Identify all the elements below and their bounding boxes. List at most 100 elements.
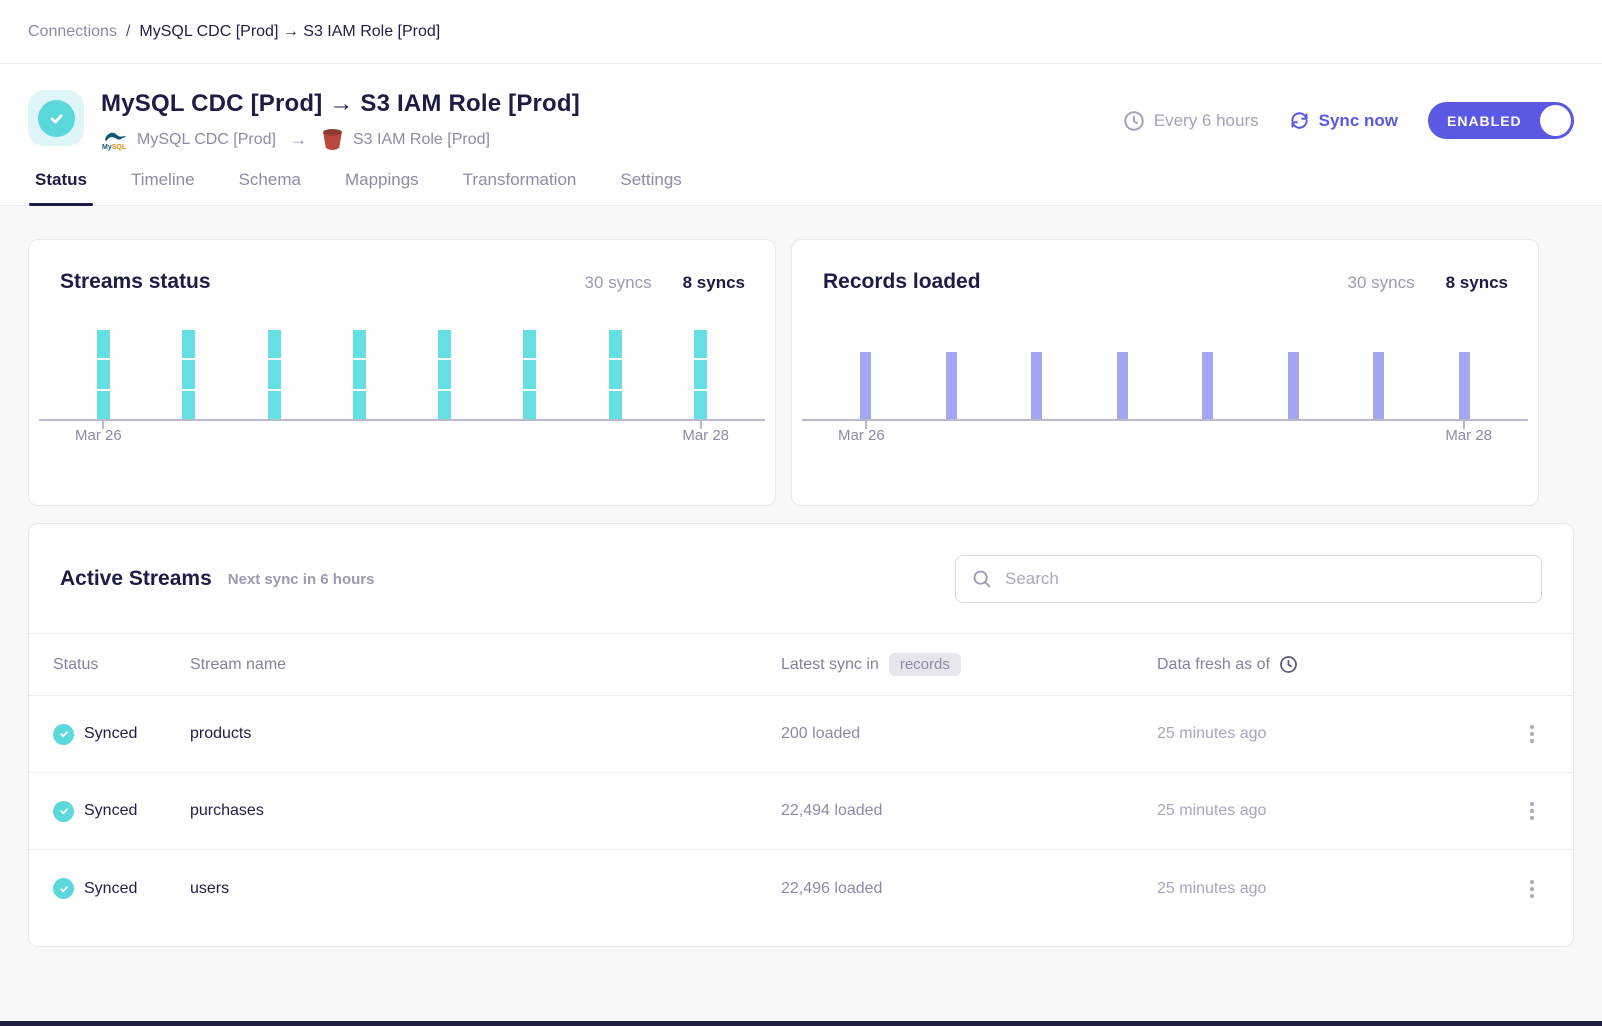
sync-bar [609,330,622,419]
synced-check-icon [53,724,74,745]
breadcrumb-connections-link[interactable]: Connections [28,23,117,41]
sync-now-label: Sync now [1319,111,1398,131]
titles: MySQL CDC [Prod] → S3 IAM Role [Prod] My… [101,90,580,152]
sync-bar [523,330,536,419]
row-menu-button[interactable] [1515,796,1549,826]
stream-status-label: Synced [84,880,137,898]
source-name[interactable]: MySQL CDC [Prod] [137,131,276,149]
svg-text:MySQL: MySQL [102,144,127,151]
records-range-8-syncs[interactable]: 8 syncs [1446,273,1508,293]
sync-bar [946,352,957,419]
sync-bar [1031,352,1042,419]
s3-bucket-icon [321,127,344,152]
sync-bar [1373,352,1384,419]
axis-label-end: Mar 28 [682,427,729,444]
breadcrumb: Connections / MySQL CDC [Prod] → S3 IAM … [0,0,1602,64]
x-axis [39,419,765,421]
connection-subtitle: MySQL MySQL CDC [Prod] → S3 IAM Role [Pr… [101,127,580,152]
stream-status-label: Synced [84,802,137,820]
row-menu-button[interactable] [1515,874,1549,904]
active-streams-card: Active Streams Next sync in 6 hours Stat… [28,523,1574,947]
stream-name: products [190,725,781,743]
schedule-label: Every 6 hours [1154,111,1259,131]
records-badge[interactable]: records [889,653,961,676]
table-header-row: Status Stream name Latest sync in record… [29,633,1573,696]
connection-page: Connections / MySQL CDC [Prod] → S3 IAM … [0,0,1602,947]
col-data-fresh-header: Data fresh as of [1157,656,1270,674]
stream-status-label: Synced [84,725,137,743]
connection-status-tile [28,90,84,146]
sync-schedule: Every 6 hours [1123,110,1259,132]
enabled-toggle[interactable]: ENABLED [1428,102,1574,139]
sync-bar [694,330,707,419]
connection-healthy-check-icon [38,100,75,137]
sync-bar [438,330,451,419]
arrow-icon: → [290,130,307,150]
tab-mappings[interactable]: Mappings [345,166,419,205]
sync-now-button[interactable]: Sync now [1289,110,1398,131]
active-streams-title: Active Streams [60,567,212,591]
axis-label-start: Mar 26 [75,427,122,444]
streams-range-8-syncs[interactable]: 8 syncs [683,273,745,293]
sync-bar [1117,352,1128,419]
page-title: MySQL CDC [Prod] → S3 IAM Role [Prod] [101,90,580,118]
clock-icon [1123,110,1145,132]
fresh-clock-icon [1279,655,1298,674]
records-loaded-title: Records loaded [823,270,981,294]
streams-status-chart: Mar 26 Mar 28 [39,330,765,444]
window-bottom-edge [0,1021,1602,1026]
data-fresh-value: 25 minutes ago [1157,880,1515,898]
tab-schema[interactable]: Schema [239,166,301,205]
records-loaded-value: 200 loaded [781,725,1157,743]
streams-status-card: Streams status 30 syncs 8 syncs Mar 26 M… [28,239,776,506]
streams-bars [39,330,765,419]
table-row-purchases[interactable]: Synced purchases22,494 loaded25 minutes a… [29,773,1573,850]
records-bars [802,330,1528,419]
records-loaded-card: Records loaded 30 syncs 8 syncs Mar 26 M… [791,239,1539,506]
stream-name: users [190,880,781,898]
axis-label-start: Mar 26 [838,427,885,444]
row-menu-button[interactable] [1515,719,1549,749]
sync-bar [97,330,110,419]
connection-header: MySQL CDC [Prod] → S3 IAM Role [Prod] My… [0,64,1602,152]
synced-check-icon [53,878,74,899]
status-content: Streams status 30 syncs 8 syncs Mar 26 M… [0,206,1602,947]
breadcrumb-separator: / [126,23,130,41]
table-row-products[interactable]: Synced products200 loaded25 minutes ago [29,696,1573,773]
search-input[interactable] [1005,569,1526,589]
breadcrumb-current: MySQL CDC [Prod] → S3 IAM Role [Prod] [139,23,440,41]
stream-name: purchases [190,802,781,820]
synced-check-icon [53,801,74,822]
streams-range-30-syncs[interactable]: 30 syncs [585,273,652,293]
sync-bar [268,330,281,419]
tab-status[interactable]: Status [35,166,87,205]
toggle-label: ENABLED [1447,113,1522,129]
charts-row: Streams status 30 syncs 8 syncs Mar 26 M… [28,239,1574,506]
next-sync-label: Next sync in 6 hours [228,571,375,588]
sync-bar [1459,352,1470,419]
data-fresh-value: 25 minutes ago [1157,802,1515,820]
destination-name[interactable]: S3 IAM Role [Prod] [353,131,490,149]
tab-timeline[interactable]: Timeline [131,166,195,205]
sync-icon [1289,110,1310,131]
mysql-logo-icon: MySQL [101,128,128,151]
data-fresh-value: 25 minutes ago [1157,725,1515,743]
table-row-users[interactable]: Synced users22,496 loaded25 minutes ago [29,850,1573,927]
stream-search[interactable] [955,555,1542,603]
toggle-knob[interactable] [1540,105,1571,136]
tab-transformation[interactable]: Transformation [463,166,577,205]
tab-bar: Status Timeline Schema Mappings Transformati… [0,152,1602,206]
records-loaded-chart: Mar 26 Mar 28 [802,330,1528,444]
header-controls: Every 6 hours Sync now ENABLED [1123,102,1574,139]
col-latest-sync-header: Latest sync in [781,656,879,674]
search-icon [971,568,993,590]
records-range-30-syncs[interactable]: 30 syncs [1348,273,1415,293]
col-status-header: Status [53,656,190,674]
sync-bar [1288,352,1299,419]
records-loaded-value: 22,494 loaded [781,802,1157,820]
tab-settings[interactable]: Settings [620,166,681,205]
sync-bar [353,330,366,419]
sync-bar [1202,352,1213,419]
records-loaded-value: 22,496 loaded [781,880,1157,898]
sync-bar [182,330,195,419]
